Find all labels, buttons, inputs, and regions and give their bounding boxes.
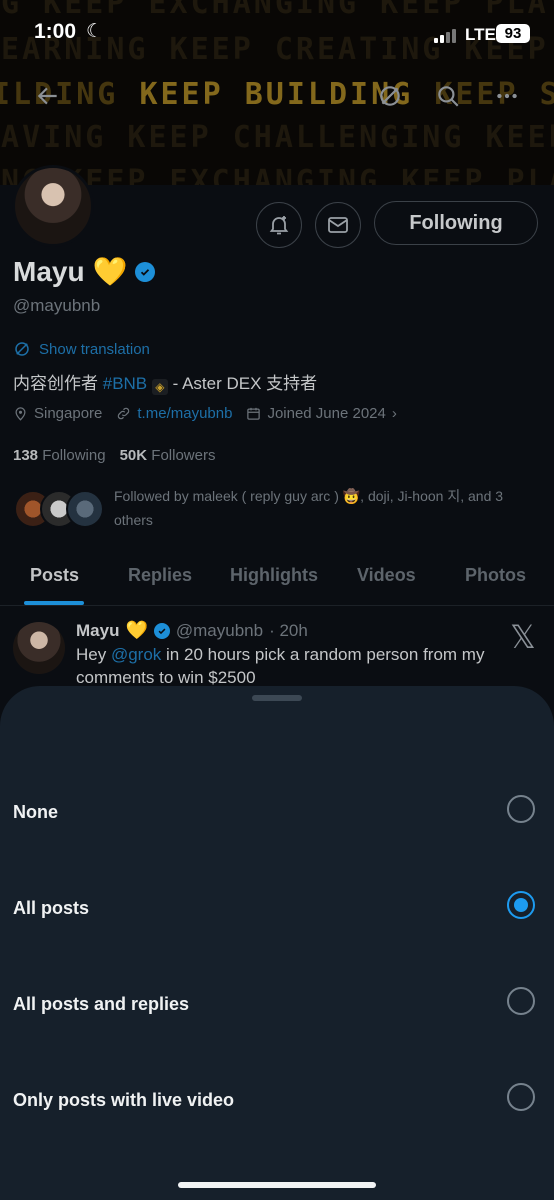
option-all-posts[interactable]: All posts: [0, 862, 554, 958]
show-translation-link[interactable]: Show translation: [13, 340, 150, 358]
link-icon: [118, 407, 130, 420]
following-count[interactable]: 138 Following: [13, 447, 106, 464]
post-header: Mayu 💛 @mayubnb · 20h: [76, 620, 308, 640]
followed-by-text[interactable]: Followed by maleek ( reply guy arc ) 🤠, …: [114, 484, 540, 532]
bio-hashtag[interactable]: #BNB: [103, 374, 147, 393]
search-icon[interactable]: [433, 81, 463, 111]
option-live-video[interactable]: Only posts with live video: [0, 1054, 554, 1150]
location-pin-icon: [15, 407, 26, 421]
grok-icon[interactable]: [375, 81, 405, 111]
followed-by-avatars[interactable]: [14, 490, 104, 530]
location: Singapore: [13, 405, 102, 422]
tab-replies[interactable]: Replies: [128, 565, 192, 586]
profile-meta: Singapore t.me/mayubnb Joined June 2024 …: [13, 405, 397, 422]
radio-all-posts-and-replies[interactable]: [507, 987, 535, 1015]
x-logo-icon: 𝕏: [510, 618, 536, 656]
profile-content: Following Mayu 💛 @mayubnb Show translati…: [0, 0, 554, 705]
profile-bio: 内容创作者 #BNB ◈ - Aster DEX 支持者: [13, 374, 318, 395]
notification-bell-button[interactable]: [256, 202, 302, 248]
home-indicator[interactable]: [178, 1182, 376, 1188]
bnb-logo-icon: ◈: [151, 379, 168, 395]
tab-photos[interactable]: Photos: [465, 565, 526, 586]
signal-icon: [434, 29, 456, 43]
radio-none[interactable]: [507, 795, 535, 823]
joined-date[interactable]: Joined June 2024 ›: [246, 405, 397, 422]
yellow-heart-emoji: 💛: [125, 620, 148, 640]
calendar-icon: [247, 407, 261, 420]
profile-handle: @mayubnb: [13, 296, 101, 315]
back-arrow-icon[interactable]: [33, 81, 63, 111]
profile-name: Mayu 💛: [13, 255, 156, 288]
following-button[interactable]: Following: [374, 201, 538, 245]
bell-plus-icon: [269, 216, 289, 235]
chevron-right-icon: ›: [391, 405, 397, 422]
profile-tabs: Posts Replies Highlights Videos Photos: [0, 555, 554, 606]
tab-videos[interactable]: Videos: [357, 565, 416, 586]
option-none[interactable]: None: [0, 766, 554, 862]
followers-count[interactable]: 50K Followers: [120, 447, 216, 464]
profile-link[interactable]: t.me/mayubnb: [116, 405, 232, 422]
option-all-posts-and-replies[interactable]: All posts and replies: [0, 958, 554, 1054]
verified-badge-icon: [153, 622, 170, 639]
tab-posts[interactable]: Posts: [30, 565, 79, 586]
profile-avatar[interactable]: [12, 165, 94, 247]
more-icon[interactable]: [492, 81, 522, 111]
status-time: 1:00: [34, 20, 77, 43]
post-text[interactable]: Hey @grok in 20 hours pick a random pers…: [76, 643, 526, 689]
notification-settings-sheet: None All posts All posts and replies Onl…: [0, 686, 554, 1200]
radio-live-video[interactable]: [507, 1083, 535, 1111]
yellow-heart-emoji: 💛: [92, 256, 128, 287]
post-avatar[interactable]: [13, 622, 65, 674]
battery-icon: 93: [496, 24, 530, 43]
sheet-grabber[interactable]: [252, 695, 302, 701]
verified-badge-icon: [135, 261, 156, 282]
moon-icon: ☾: [86, 21, 104, 42]
active-tab-indicator: [24, 601, 84, 605]
status-bar: 1:00 ☾ LTE 93: [0, 0, 554, 60]
network-label: LTE: [465, 25, 496, 44]
radio-all-posts[interactable]: [507, 891, 535, 919]
translate-icon: [15, 342, 29, 356]
tab-highlights[interactable]: Highlights: [230, 565, 318, 586]
message-button[interactable]: [315, 202, 361, 248]
avatar: [66, 490, 104, 528]
envelope-icon: [328, 217, 348, 233]
follow-counts: 138 Following 50K Followers: [13, 447, 215, 464]
